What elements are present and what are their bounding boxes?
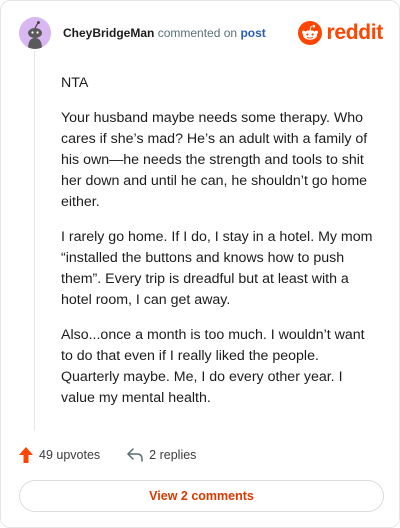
author-name[interactable]: CheyBridgeMan <box>63 26 154 40</box>
comment-paragraph: I rarely go home. If I do, I stay in a h… <box>61 229 373 308</box>
upvote-arrow-icon <box>19 447 33 463</box>
brand-wordmark: reddit <box>326 21 383 44</box>
comment-body: NTA Your husband maybe needs some therap… <box>61 73 373 423</box>
replies-count: 2 replies <box>149 448 197 462</box>
reddit-brand[interactable]: reddit <box>298 20 383 46</box>
action-text: commented on <box>157 26 238 40</box>
upvote-button[interactable]: 49 upvotes <box>19 447 100 463</box>
comment-actions: 49 upvotes 2 replies <box>19 444 196 466</box>
view-comments-button[interactable]: View 2 comments <box>19 480 384 512</box>
post-link[interactable]: post <box>240 26 265 40</box>
comment-meta: CheyBridgeMan commented on post <box>63 26 266 40</box>
thread-line[interactable] <box>34 51 35 431</box>
reply-arrow-icon <box>127 448 143 462</box>
snoo-avatar-icon <box>19 17 51 49</box>
replies-button[interactable]: 2 replies <box>127 448 196 462</box>
comment-paragraph: Your husband maybe needs some therapy. W… <box>61 110 368 210</box>
comment-paragraph: Also...once a month is too much. I would… <box>61 327 365 406</box>
avatar[interactable] <box>19 17 51 49</box>
comment-paragraph: NTA <box>61 75 89 91</box>
comment-header: CheyBridgeMan commented on post reddit <box>19 17 383 51</box>
upvote-count: 49 upvotes <box>39 448 101 462</box>
comment-card: CheyBridgeMan commented on post reddit N… <box>0 0 400 528</box>
reddit-logo-icon <box>298 21 323 45</box>
